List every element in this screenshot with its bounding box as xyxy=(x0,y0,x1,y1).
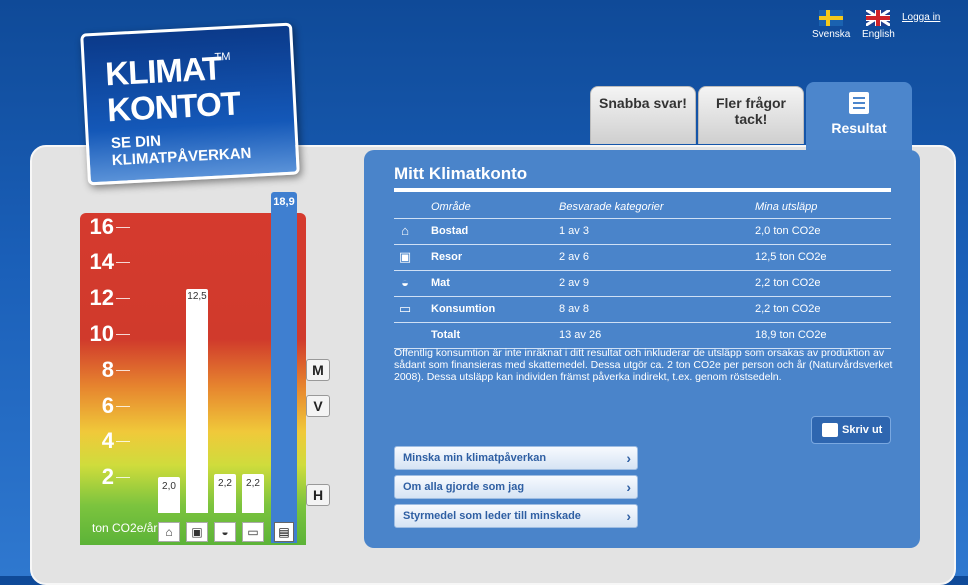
chevron-right-icon: › xyxy=(626,508,631,524)
tab-more-questions-line1: Fler frågor xyxy=(715,95,786,111)
print-button-label: Skriv ut xyxy=(842,424,883,436)
laptop-icon: ▭ xyxy=(398,301,412,316)
if-everyone-button[interactable]: Om alla gjorde som jag › xyxy=(394,475,638,499)
house-icon: ⌂ xyxy=(401,223,409,238)
public-consumption-note: Offentlig konsumtion är inte inräknat i … xyxy=(394,347,893,383)
uk-flag-icon xyxy=(866,10,891,26)
y-tick-mark xyxy=(116,334,130,335)
table-row: ▣ Resor 2 av 6 12,5 ton CO2e xyxy=(394,244,891,271)
house-icon: ⌂ xyxy=(158,522,180,542)
sweden-flag-icon xyxy=(819,10,844,26)
language-swedish-label: Svenska xyxy=(812,29,851,40)
table-row: ◒ Mat 2 av 9 2,2 ton CO2e xyxy=(394,270,891,297)
document-icon: ▤ xyxy=(274,522,294,542)
chart-bar xyxy=(186,289,208,513)
row-answered: 2 av 9 xyxy=(559,270,755,297)
row-answered: 1 av 3 xyxy=(559,218,755,245)
y-tick-label: 10 xyxy=(89,321,114,346)
suitcase-icon: ▣ xyxy=(186,522,208,542)
chevron-right-icon: › xyxy=(626,479,631,495)
chevron-right-icon: › xyxy=(626,450,631,466)
language-swedish[interactable]: Svenska xyxy=(812,10,850,40)
row-answered: 8 av 8 xyxy=(559,296,755,323)
printer-icon xyxy=(822,423,838,437)
if-everyone-label: Om alla gjorde som jag xyxy=(403,481,525,493)
document-icon xyxy=(849,92,869,114)
y-tick-mark xyxy=(116,405,130,407)
row-area: Konsumtion xyxy=(431,296,559,323)
y-tick-label: 4 xyxy=(101,428,114,454)
chart-unit-label: ton CO2e/år xyxy=(92,521,158,535)
klimatkontot-logo[interactable]: KLIMAT TM KONTOT SE DIN KLIMATPÅVERKAN xyxy=(80,22,300,186)
tab-results[interactable]: Resultat xyxy=(806,82,912,154)
policy-instruments-button[interactable]: Styrmedel som leder till minskade › xyxy=(394,504,638,528)
tab-quick-answers-label: Snabba svar! xyxy=(599,95,687,111)
food-bowl-icon: ◒ xyxy=(214,522,236,542)
table-row: ▭ Konsumtion 8 av 8 2,2 ton CO2e xyxy=(394,296,891,323)
y-tick-label: 6 xyxy=(101,392,114,418)
login-link[interactable]: Logga in xyxy=(902,12,940,23)
row-emission: 12,5 ton CO2e xyxy=(755,244,891,271)
table-row: ⌂ Bostad 1 av 3 2,0 ton CO2e xyxy=(394,218,891,245)
results-table: Område Besvarade kategorier Mina utsläpp… xyxy=(394,196,891,349)
row-emission: 2,2 ton CO2e xyxy=(755,296,891,323)
column-emission: Mina utsläpp xyxy=(755,196,891,219)
tab-quick-answers[interactable]: Snabba svar! xyxy=(590,86,696,144)
bar-value-label: 2,0 xyxy=(162,481,176,493)
total-answered: 13 av 26 xyxy=(559,322,755,349)
y-tick-mark xyxy=(116,369,130,371)
total-value-label: 18,9 xyxy=(273,196,295,208)
language-english[interactable]: English xyxy=(862,10,895,40)
y-tick-label: 2 xyxy=(101,464,114,490)
results-title: Mitt Klimatkonto xyxy=(394,164,528,183)
y-tick-mark xyxy=(116,262,130,264)
reduce-impact-label: Minska min klimatpåverkan xyxy=(403,452,547,464)
tab-more-questions-line2: tack! xyxy=(734,111,768,127)
bar-value-label: 2,2 xyxy=(218,477,232,489)
column-answered: Besvarade kategorier xyxy=(559,196,755,219)
laptop-icon: ▭ xyxy=(242,522,264,542)
y-tick-label: 12 xyxy=(89,285,114,311)
y-tick-label: 14 xyxy=(89,249,114,275)
row-area: Resor xyxy=(431,244,559,271)
row-area: Bostad xyxy=(431,218,559,245)
row-area: Mat xyxy=(431,270,559,297)
column-area: Område xyxy=(431,196,559,219)
y-tick-mark xyxy=(116,226,130,228)
total-area: Totalt xyxy=(431,322,559,349)
row-emission: 2,0 ton CO2e xyxy=(755,218,891,245)
food-bowl-icon: ◒ xyxy=(401,275,409,290)
marker-h[interactable]: H xyxy=(306,484,330,507)
y-tick-label: 8 xyxy=(101,356,114,382)
y-tick-mark xyxy=(116,441,130,443)
tab-more-questions[interactable]: Fler frågor tack! xyxy=(698,86,804,144)
language-english-label: English xyxy=(862,29,895,40)
logo-tagline: SE DIN KLIMATPÅVERKAN xyxy=(110,132,252,170)
reduce-impact-button[interactable]: Minska min klimatpåverkan › xyxy=(394,446,638,470)
row-answered: 2 av 6 xyxy=(559,244,755,271)
tab-results-label: Resultat xyxy=(831,120,887,136)
y-tick-mark xyxy=(116,477,130,479)
suitcase-icon: ▣ xyxy=(398,249,412,264)
policy-instruments-label: Styrmedel som leder till minskade xyxy=(403,510,581,522)
row-emission: 2,2 ton CO2e xyxy=(755,270,891,297)
marker-v[interactable]: V xyxy=(306,394,330,417)
logo-trademark: TM xyxy=(214,50,231,64)
marker-m[interactable]: M xyxy=(306,358,330,381)
total-emission: 18,9 ton CO2e xyxy=(755,322,891,349)
total-bar xyxy=(271,211,297,543)
y-tick-label: 16 xyxy=(89,213,114,239)
y-tick-mark xyxy=(116,298,130,300)
print-button[interactable]: Skriv ut xyxy=(811,416,891,444)
logo-line2: KONTOT xyxy=(106,84,241,129)
bar-value-label: 12,5 xyxy=(187,291,207,303)
results-box: Mitt Klimatkonto Område Besvarade katego… xyxy=(364,150,920,548)
table-total-row: Totalt 13 av 26 18,9 ton CO2e xyxy=(394,322,891,349)
bar-value-label: 2,2 xyxy=(246,477,260,489)
title-divider xyxy=(394,188,891,192)
